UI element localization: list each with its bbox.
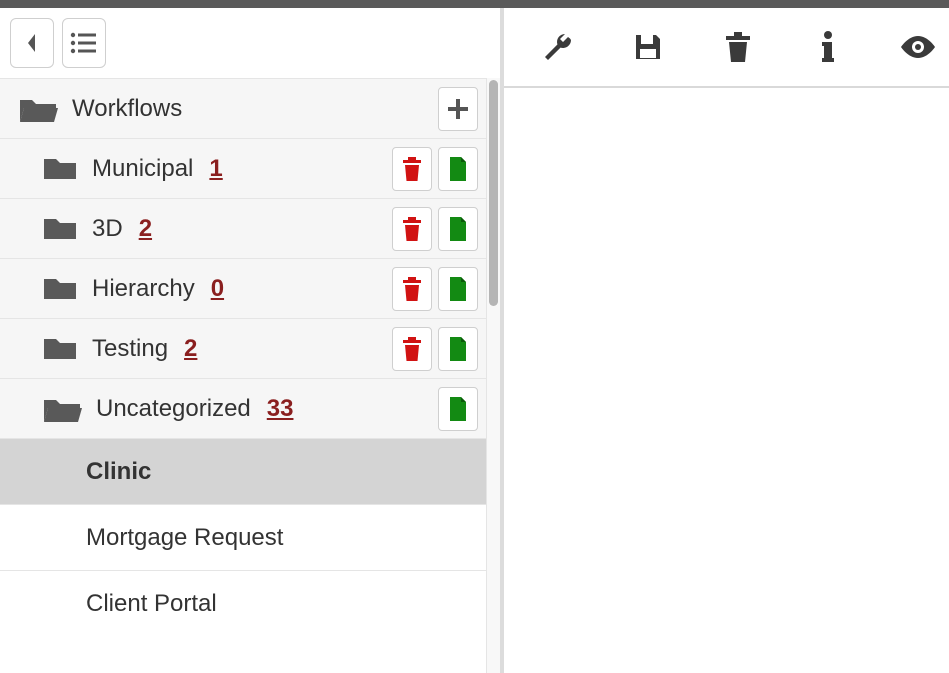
folder-open-icon (42, 394, 82, 424)
delete-category-button[interactable] (392, 207, 432, 251)
main-panel (504, 8, 949, 673)
folder-icon (42, 215, 78, 243)
category-row[interactable]: Testing 2 (0, 318, 486, 378)
preview-button[interactable] (898, 27, 938, 67)
new-workflow-button[interactable] (438, 327, 478, 371)
workflow-label: Clinic (86, 458, 151, 486)
eye-icon (899, 34, 937, 60)
workflow-tree: Workflows Municipal 1 3D 2 Hierarchy 0 Testing… (0, 78, 486, 673)
main-toolbar (504, 8, 949, 88)
sidebar-panel: Workflows Municipal 1 3D 2 Hierarchy 0 Testing… (0, 8, 500, 673)
sidebar-header (0, 8, 500, 78)
category-row[interactable]: 3D 2 (0, 198, 486, 258)
category-label: Hierarchy (92, 275, 195, 303)
new-workflow-button[interactable] (438, 267, 478, 311)
category-label: Municipal (92, 155, 193, 183)
settings-button[interactable] (538, 27, 578, 67)
folder-icon (42, 275, 78, 303)
save-icon (632, 31, 664, 63)
new-workflow-button[interactable] (438, 387, 478, 431)
delete-category-button[interactable] (392, 327, 432, 371)
new-workflow-button[interactable] (438, 147, 478, 191)
collapse-sidebar-button[interactable] (10, 18, 54, 68)
plus-icon (447, 98, 469, 120)
delete-button[interactable] (718, 27, 758, 67)
file-icon (448, 276, 468, 302)
toggle-list-button[interactable] (62, 18, 106, 68)
category-count: 2 (184, 335, 197, 363)
category-label: 3D (92, 215, 123, 243)
info-button[interactable] (808, 27, 848, 67)
main-content (504, 88, 949, 673)
category-label: Testing (92, 335, 168, 363)
delete-category-button[interactable] (392, 147, 432, 191)
category-row[interactable]: Municipal 1 (0, 138, 486, 198)
category-count: 2 (139, 215, 152, 243)
window-top-strip (0, 0, 949, 8)
folder-icon (42, 155, 78, 183)
file-icon (448, 216, 468, 242)
category-row[interactable]: Hierarchy 0 (0, 258, 486, 318)
chevron-left-icon (25, 32, 39, 54)
delete-category-button[interactable] (392, 267, 432, 311)
tree-root-workflows[interactable]: Workflows (0, 78, 486, 138)
tree-scrollbar[interactable] (486, 78, 500, 673)
new-workflow-button[interactable] (438, 207, 478, 251)
tree-root-label: Workflows (72, 95, 182, 123)
trash-icon (401, 336, 423, 362)
trash-icon (401, 276, 423, 302)
file-icon (448, 336, 468, 362)
workflow-item[interactable]: Mortgage Request (0, 504, 486, 570)
scrollbar-thumb[interactable] (489, 80, 498, 306)
workflow-label: Client Portal (86, 590, 217, 618)
workflow-item[interactable]: Clinic (0, 438, 486, 504)
list-icon (70, 31, 98, 55)
category-count: 0 (211, 275, 224, 303)
info-icon (819, 30, 837, 64)
category-row[interactable]: Uncategorized 33 (0, 378, 486, 438)
file-icon (448, 396, 468, 422)
wrench-icon (541, 30, 575, 64)
category-count: 1 (209, 155, 222, 183)
category-label: Uncategorized (96, 395, 251, 423)
save-button[interactable] (628, 27, 668, 67)
folder-icon (42, 335, 78, 363)
workflow-label: Mortgage Request (86, 524, 283, 552)
trash-icon (401, 156, 423, 182)
file-icon (448, 156, 468, 182)
workflow-item[interactable]: Client Portal (0, 570, 486, 636)
folder-open-icon (18, 94, 58, 124)
trash-icon (401, 216, 423, 242)
trash-icon (723, 30, 753, 64)
add-category-button[interactable] (438, 87, 478, 131)
category-count: 33 (267, 395, 294, 423)
